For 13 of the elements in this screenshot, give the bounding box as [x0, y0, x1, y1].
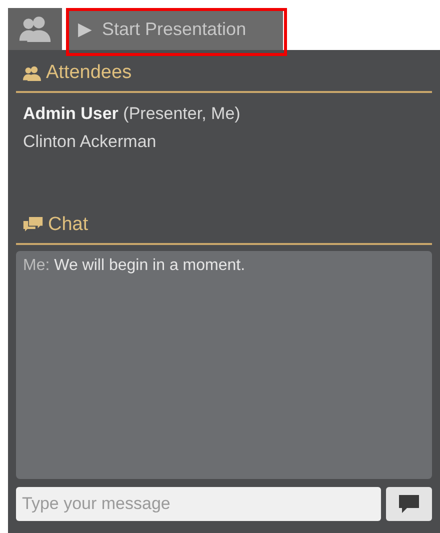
send-button[interactable] — [386, 487, 432, 521]
people-icon — [19, 16, 51, 42]
section-title: Chat — [48, 214, 88, 236]
attendees-tab[interactable] — [8, 8, 62, 50]
start-presentation-button[interactable]: ▶ Start Presentation — [66, 8, 283, 50]
chat-message: Me: We will begin in a moment. — [23, 257, 246, 275]
attendee-name: Admin User (Presenter, Me) — [23, 104, 242, 124]
chat-icon — [23, 217, 43, 233]
section-title: Attendees — [46, 62, 132, 84]
attendee-name: Clinton Ackerman — [23, 132, 158, 152]
message-field[interactable]: Type your message — [16, 487, 381, 521]
people-icon — [23, 66, 41, 80]
speech-bubble-icon — [398, 494, 420, 514]
